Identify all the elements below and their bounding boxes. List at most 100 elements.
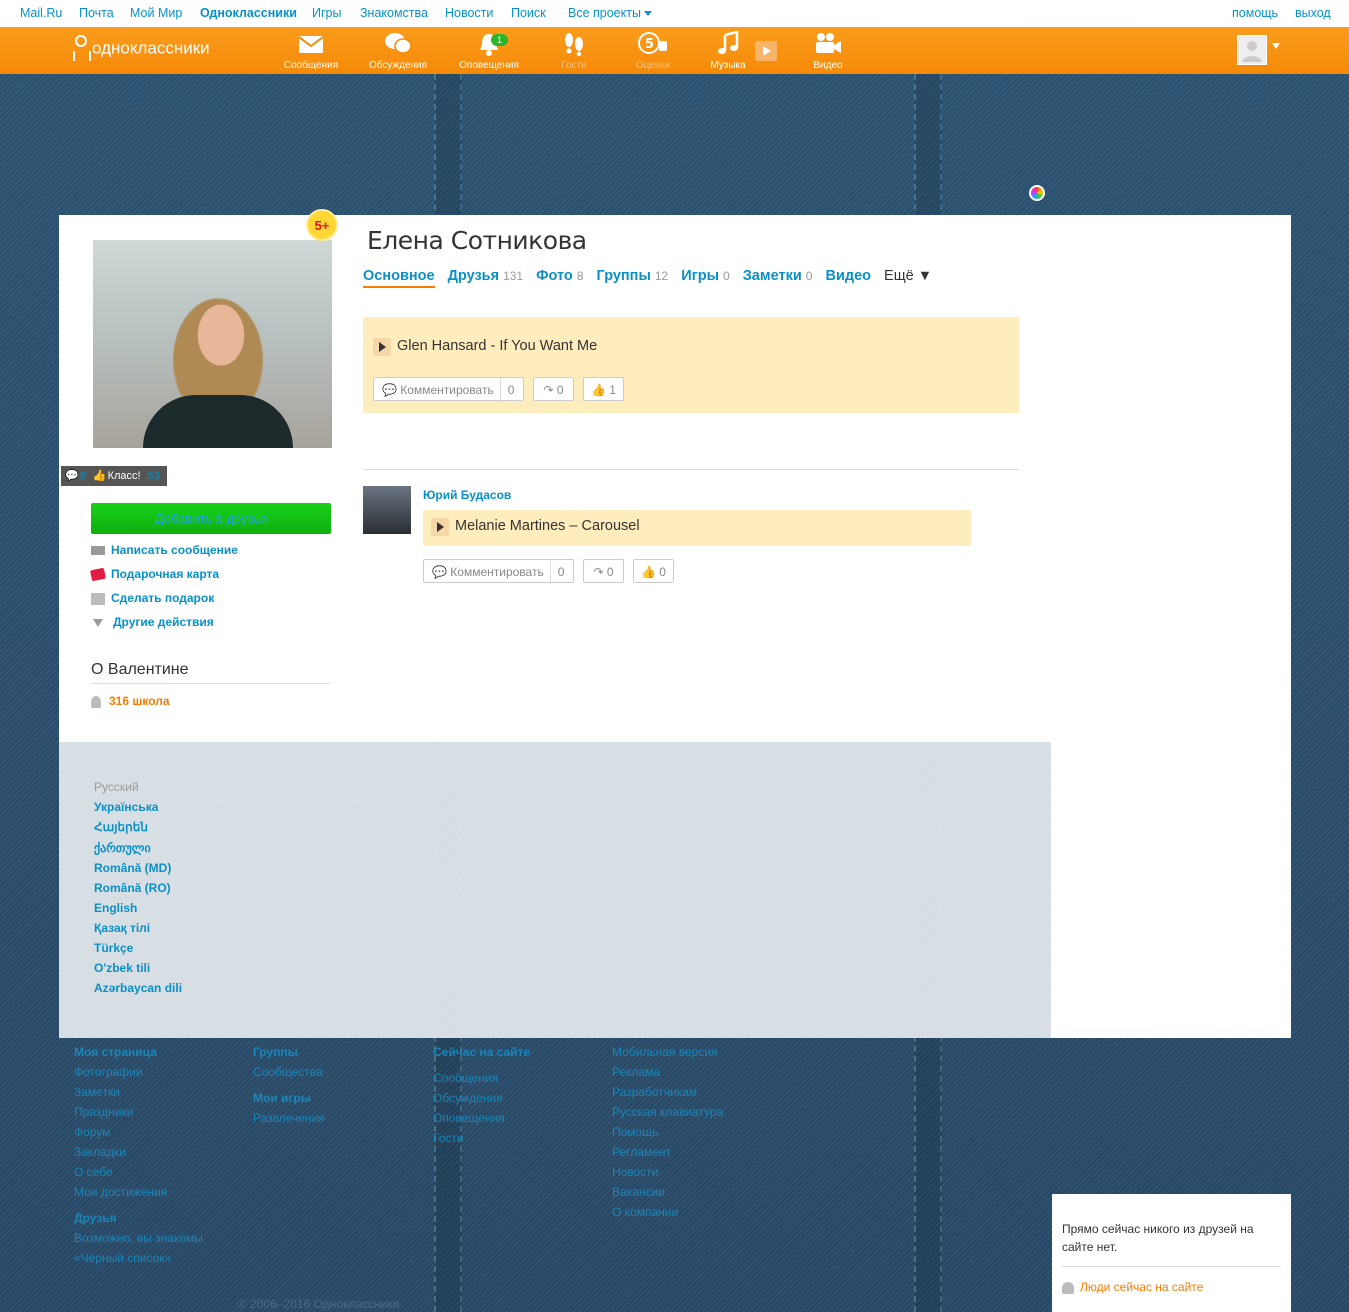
tab-photos[interactable]: Фото 8 [536,268,583,284]
nav-discussions[interactable]: Обсуждения [360,31,436,71]
like-button[interactable]: 👍 0 [633,559,674,583]
share-button[interactable]: ↷ 0 [533,377,574,401]
like-button[interactable]: 👍 1 [583,377,624,401]
footer-link-groups[interactable]: Группы [253,1045,298,1059]
footer-link[interactable]: Сообщества [253,1065,323,1079]
language-link[interactable]: English [94,901,137,915]
play-icon[interactable] [431,518,449,536]
footer-link[interactable]: Обсуждения [433,1091,503,1105]
footer-link-my-games[interactable]: Мои игры [253,1091,311,1105]
tab-video[interactable]: Видео [826,268,872,284]
language-link[interactable]: O'zbek tili [94,961,150,975]
tab-more-dropdown[interactable]: Ещё ▼ [884,268,932,284]
triangle-down-icon [93,618,103,627]
footer-link[interactable]: О компании [612,1205,678,1219]
make-gift-action[interactable]: Сделать подарок [91,591,214,605]
footer-link[interactable]: Возможно, вы знакомы [74,1231,203,1245]
tab-notes[interactable]: Заметки 0 [743,268,813,284]
other-actions[interactable]: Другие действия [91,615,214,629]
language-link[interactable]: Հայերեն [94,820,148,834]
comment-button[interactable]: 💬 Комментировать 0 [373,377,524,402]
footer-link[interactable]: Гости [433,1131,464,1145]
footer-link[interactable]: О себе [74,1165,113,1179]
gift-box-icon [91,592,105,605]
footer-link[interactable]: Разработчикам [612,1085,697,1099]
footer-link[interactable]: Вакансии [612,1185,665,1199]
comment-button[interactable]: 💬 Комментировать 0 [423,559,574,584]
language-link[interactable]: Română (MD) [94,861,171,875]
nav-messages[interactable]: Сообщения [273,31,349,71]
tab-groups[interactable]: Группы 12 [597,268,669,284]
nav-ratings[interactable]: 5 Оценки [615,31,691,71]
right-column [1051,215,1291,1038]
topbar-link-search[interactable]: Поиск [511,6,546,20]
footer-link[interactable]: Заметки [74,1085,120,1099]
topbar-link-my-world[interactable]: Мой Мир [130,6,182,20]
ok-logo[interactable]: одноклассники [72,35,210,63]
comment-label-text: Комментировать [450,565,544,579]
theme-color-picker-icon[interactable] [1029,185,1045,201]
footer-link[interactable]: Мобильная версия [612,1045,718,1059]
help-link[interactable]: помощь [1232,6,1278,20]
music-track[interactable]: Glen Hansard - If You Want Me [373,338,597,356]
topbar-link-dating[interactable]: Знакомства [360,6,428,20]
school-link[interactable]: 316 школа [91,694,170,708]
nav-guests[interactable]: Гости [536,31,612,71]
language-link[interactable]: Azərbaycan dili [94,981,182,995]
footer-link[interactable]: Фотографии [74,1065,143,1079]
topbar-link-games[interactable]: Игры [312,6,341,20]
friend-avatar[interactable] [363,486,411,534]
footer-link[interactable]: Помощь [612,1125,658,1139]
language-link[interactable]: Türkçe [94,941,133,955]
post-author-link[interactable]: Юрий Будасов [423,488,511,502]
rating-badge[interactable]: 5+ [306,209,338,241]
photo-comments-count[interactable]: 8 [80,470,86,482]
topbar-link-odnoklassniki[interactable]: Одноклассники [200,6,297,20]
footer-link-friends[interactable]: Друзья [74,1211,117,1225]
language-link[interactable]: Română (RO) [94,881,171,895]
share-button[interactable]: ↷ 0 [583,559,624,583]
topbar-link-news[interactable]: Новости [445,6,493,20]
nav-video[interactable]: Видео [790,31,866,71]
tab-games[interactable]: Игры 0 [681,268,729,284]
footer-link[interactable]: Регламент [612,1145,671,1159]
music-track[interactable]: Melanie Martines – Carousel [431,518,640,536]
footer-link-now-on-site[interactable]: Сейчас на сайте [433,1045,530,1059]
logout-link[interactable]: выход [1295,6,1331,20]
write-message-action[interactable]: Написать сообщение [91,543,238,557]
nav-notifications[interactable]: 1 Оповещения [451,31,527,71]
footer-link[interactable]: Форум [74,1125,110,1139]
footer-link[interactable]: Реклама [612,1065,660,1079]
klass-count[interactable]: 53 [148,470,160,482]
people-online-link[interactable]: Люди сейчас на сайте [1062,1280,1203,1294]
thumb-up-icon: 👍 [641,565,656,579]
footer-link-my-page[interactable]: Моя страница [74,1045,157,1059]
footer-link[interactable]: Новости [612,1165,658,1179]
profile-photo[interactable] [93,240,332,448]
user-avatar[interactable] [1237,35,1267,65]
other-actions-label: Другие действия [113,615,214,629]
all-projects-dropdown[interactable]: Все проекты [568,6,652,20]
footer-link[interactable]: Оповещения [433,1111,505,1125]
footer-link[interactable]: Закладки [74,1145,126,1159]
footer-link[interactable]: Русская клавиатура [612,1105,723,1119]
footer-link[interactable]: «Чёрный список» [74,1251,171,1265]
gift-card-action[interactable]: Подарочная карта [90,567,219,582]
footer-link[interactable]: Развлечения [253,1111,325,1125]
footer-link[interactable]: Праздники [74,1105,133,1119]
topbar-link-mailru[interactable]: Mail.Ru [20,6,62,20]
language-link[interactable]: Українська [94,800,158,814]
topbar-link-mail[interactable]: Почта [79,6,114,20]
add-friend-button[interactable]: Добавить в друзья [91,503,331,534]
profile-name: Елена Сотникова [367,226,587,255]
language-link[interactable]: ქართული [94,841,151,855]
footer-link[interactable]: Сообщения [433,1071,498,1085]
klass-label[interactable]: Класс! [108,470,141,482]
tab-friends[interactable]: Друзья 131 [448,268,524,284]
language-link[interactable]: Қазақ тілі [94,921,150,935]
tab-main[interactable]: Основное [363,268,435,288]
music-play-icon[interactable] [755,41,777,61]
footer-link[interactable]: Мои достижения [74,1185,167,1199]
play-icon[interactable] [373,338,391,356]
user-menu-chevron-icon[interactable] [1272,43,1280,49]
